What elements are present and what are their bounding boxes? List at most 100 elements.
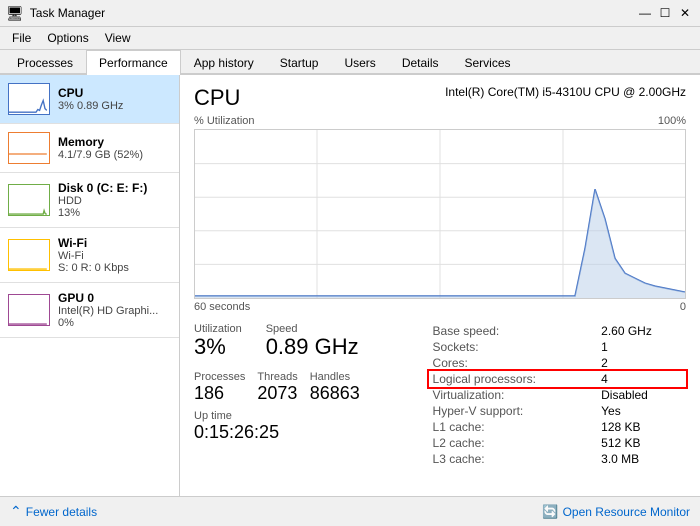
tab-services[interactable]: Services (452, 50, 524, 75)
title-bar: 🖥 Task Manager — ☐ ✕ (0, 0, 700, 27)
cpu-chart-svg (195, 130, 685, 298)
chart-x-right: 0 (680, 301, 686, 313)
stat-value: 2.60 GHz (597, 323, 686, 339)
cpu-header: CPU Intel(R) Core(TM) i5-4310U CPU @ 2.0… (194, 85, 686, 111)
sidebar-item-disk[interactable]: Disk 0 (C: E: F:) HDD 13% (0, 173, 179, 228)
utilization-stat: Utilization 3% (194, 323, 242, 359)
table-row: Base speed:2.60 GHz (429, 323, 686, 339)
sidebar-item-gpu[interactable]: GPU 0 Intel(R) HD Graphi... 0% (0, 283, 179, 338)
chart-y-label: % Utilization (194, 115, 255, 127)
stats-right: Base speed:2.60 GHzSockets:1Cores:2Logic… (429, 323, 686, 467)
cpu-detail: 3% 0.89 GHz (58, 100, 171, 112)
fewer-details-button[interactable]: ⌃ Fewer details (10, 503, 97, 520)
disk-name: Disk 0 (C: E: F:) (58, 181, 171, 195)
stat-label: Logical processors: (429, 371, 598, 387)
maximize-button[interactable]: ☐ (656, 4, 674, 22)
processes-stat: Processes 186 (194, 371, 245, 404)
tab-app-history[interactable]: App history (181, 50, 267, 75)
title-bar-left: 🖥 Task Manager (6, 5, 105, 22)
stat-label: Virtualization: (429, 387, 598, 403)
stat-label: L2 cache: (429, 435, 598, 451)
stat-value: Disabled (597, 387, 686, 403)
wifi-detail2: S: 0 R: 0 Kbps (58, 262, 171, 274)
stat-label: Cores: (429, 355, 598, 371)
table-row: L1 cache:128 KB (429, 419, 686, 435)
gpu-detail1: Intel(R) HD Graphi... (58, 305, 171, 317)
menu-view[interactable]: View (97, 29, 139, 47)
open-resource-monitor-label: Open Resource Monitor (563, 505, 690, 519)
mem-info: Memory 4.1/7.9 GB (52%) (58, 135, 171, 161)
sidebar-item-wifi[interactable]: Wi-Fi Wi-Fi S: 0 R: 0 Kbps (0, 228, 179, 283)
stat-value: 2 (597, 355, 686, 371)
tab-details[interactable]: Details (389, 50, 452, 75)
speed-value: 0.89 GHz (266, 335, 359, 359)
menu-bar: File Options View (0, 27, 700, 50)
close-button[interactable]: ✕ (676, 4, 694, 22)
menu-options[interactable]: Options (39, 29, 96, 47)
processes-label: Processes (194, 371, 245, 383)
minimize-button[interactable]: — (636, 4, 654, 22)
processes-value: 186 (194, 383, 245, 404)
tab-bar: Processes Performance App history Startu… (0, 50, 700, 75)
wifi-thumb (8, 239, 50, 271)
menu-file[interactable]: File (4, 29, 39, 47)
gpu-name: GPU 0 (58, 291, 171, 305)
table-row: Cores:2 (429, 355, 686, 371)
cpu-name: CPU (58, 86, 171, 100)
table-row: Sockets:1 (429, 339, 686, 355)
sidebar-item-memory[interactable]: Memory 4.1/7.9 GB (52%) (0, 124, 179, 173)
mem-name: Memory (58, 135, 171, 149)
cpu-details-table: Base speed:2.60 GHzSockets:1Cores:2Logic… (429, 323, 686, 467)
open-resource-monitor-button[interactable]: 🔄 Open Resource Monitor (542, 504, 690, 520)
stats-area: Utilization 3% Speed 0.89 GHz Processes … (194, 323, 686, 467)
title-bar-controls: — ☐ ✕ (636, 4, 694, 22)
wifi-detail1: Wi-Fi (58, 250, 171, 262)
tab-users[interactable]: Users (331, 50, 388, 75)
stat-label: Sockets: (429, 339, 598, 355)
chart-labels: % Utilization 100% (194, 115, 686, 127)
table-row: L3 cache:3.0 MB (429, 451, 686, 467)
footer: ⌃ Fewer details 🔄 Open Resource Monitor (0, 496, 700, 526)
uptime-value: 0:15:26:25 (194, 422, 409, 443)
uptime-stat: Up time 0:15:26:25 (194, 410, 409, 443)
stat-label: Hyper-V support: (429, 403, 598, 419)
disk-thumb (8, 184, 50, 216)
tab-startup[interactable]: Startup (267, 50, 332, 75)
app-title: Task Manager (30, 6, 105, 20)
table-row: L2 cache:512 KB (429, 435, 686, 451)
speed-stat: Speed 0.89 GHz (266, 323, 359, 359)
resource-monitor-icon: 🔄 (542, 504, 558, 520)
stat-value: Yes (597, 403, 686, 419)
stat-value: 4 (597, 371, 686, 387)
stat-value: 3.0 MB (597, 451, 686, 467)
utilization-value: 3% (194, 335, 242, 359)
main-area: CPU 3% 0.89 GHz Memory 4.1/7.9 GB (52%) (0, 75, 700, 496)
cpu-model: Intel(R) Core(TM) i5-4310U CPU @ 2.00GHz (445, 85, 686, 99)
handles-stat: Handles 86863 (310, 371, 360, 404)
sidebar-item-cpu[interactable]: CPU 3% 0.89 GHz (0, 75, 179, 124)
cpu-chart (194, 129, 686, 299)
threads-stat: Threads 2073 (257, 371, 297, 404)
chart-y-max: 100% (658, 115, 686, 127)
stat-value: 512 KB (597, 435, 686, 451)
handles-label: Handles (310, 371, 360, 383)
stat-value: 1 (597, 339, 686, 355)
cpu-thumb (8, 83, 50, 115)
gpu-detail2: 0% (58, 317, 171, 329)
mem-thumb (8, 132, 50, 164)
disk-info: Disk 0 (C: E: F:) HDD 13% (58, 181, 171, 219)
gpu-info: GPU 0 Intel(R) HD Graphi... 0% (58, 291, 171, 329)
chart-time-label: 60 seconds (194, 301, 250, 313)
chevron-up-icon: ⌃ (10, 503, 22, 520)
tab-performance[interactable]: Performance (86, 50, 181, 75)
tab-processes[interactable]: Processes (4, 50, 86, 75)
sidebar: CPU 3% 0.89 GHz Memory 4.1/7.9 GB (52%) (0, 75, 180, 496)
mem-detail: 4.1/7.9 GB (52%) (58, 149, 171, 161)
uptime-label: Up time (194, 410, 409, 422)
table-row: Hyper-V support:Yes (429, 403, 686, 419)
threads-value: 2073 (257, 383, 297, 404)
app-icon: 🖥 (6, 5, 24, 22)
wifi-name: Wi-Fi (58, 236, 171, 250)
table-row: Virtualization:Disabled (429, 387, 686, 403)
disk-detail1: HDD (58, 195, 171, 207)
